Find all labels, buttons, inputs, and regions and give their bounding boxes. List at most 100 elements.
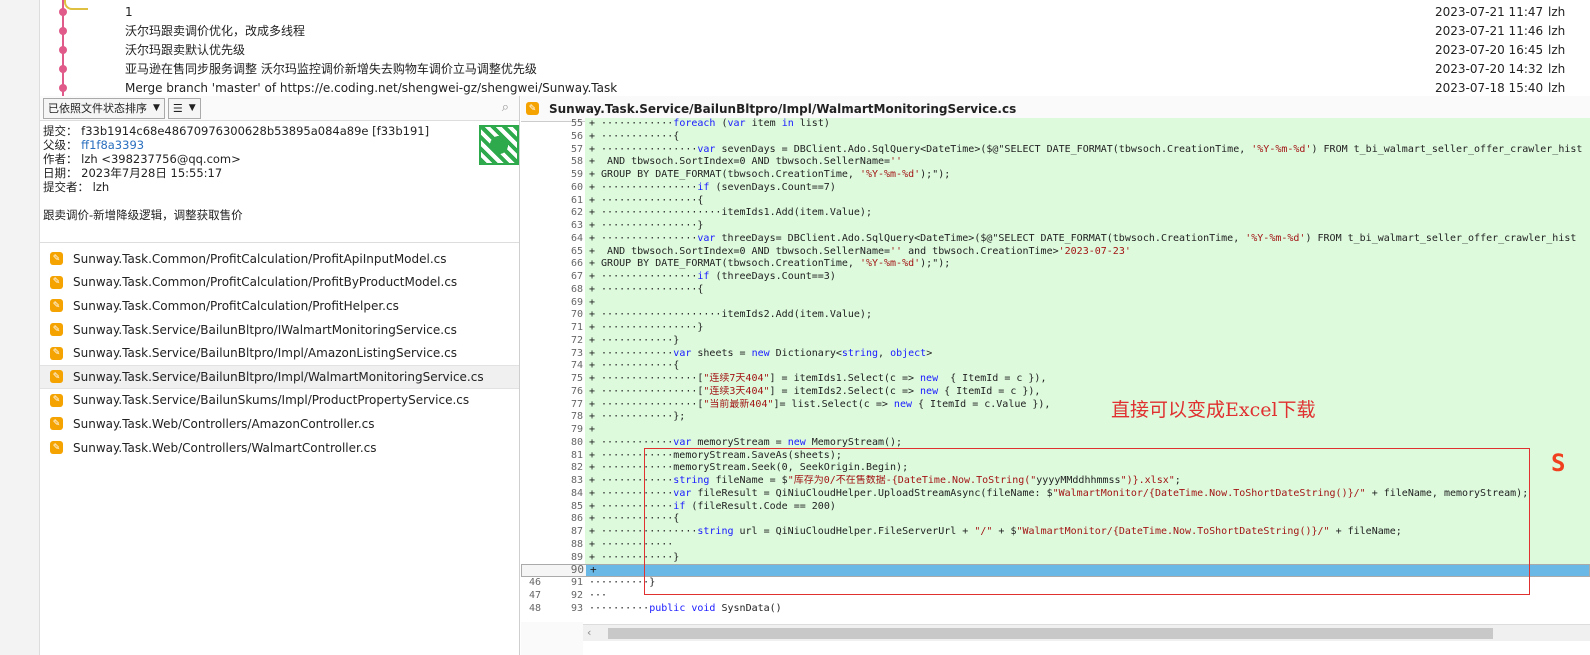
diff-line: 63 + ················}: [521, 220, 1590, 233]
commit-date: 2023-07-20 14:32: [1435, 61, 1544, 76]
view-mode-dropdown[interactable]: ☰ ▼: [167, 97, 201, 119]
file-path: Sunway.Task.Service/BailunSkums/Impl/Pro…: [73, 393, 470, 408]
file-path: Sunway.Task.Web/Controllers/WalmartContr…: [73, 440, 377, 455]
old-line-number: 46: [528, 577, 541, 588]
file-path: Sunway.Task.Service/BailunBltpro/Impl/Wa…: [73, 369, 484, 384]
diff-line-text: + ················var sevenDays = DBClie…: [585, 143, 1590, 157]
new-line-number: 91: [570, 577, 583, 588]
diff-line-text: + ················}: [585, 322, 1590, 335]
diff-line: 76 + ················["连续3天404"] = itemId…: [521, 385, 1590, 399]
diff-line-text: + ················["连续7天404"] = itemIds1…: [585, 373, 1590, 386]
new-line-number: 65: [570, 245, 583, 257]
search-icon[interactable]: ⌕: [502, 100, 509, 115]
diff-line: 64 + ················var threeDays= DBCli…: [521, 232, 1590, 246]
new-line-number: 93: [570, 602, 583, 614]
new-line-number: 67: [570, 271, 583, 282]
diff-line: 74 + ············{: [521, 360, 1590, 374]
new-line-number: 56: [570, 130, 583, 142]
changed-file-item[interactable]: ✎ Sunway.Task.Service/BailunBltpro/Impl/A…: [40, 341, 519, 365]
file-path: Sunway.Task.Common/ProfitCalculation/Pro…: [73, 275, 458, 290]
diff-line: 57 + ················var sevenDays = DBCl…: [521, 143, 1590, 157]
changed-file-item[interactable]: ✎ Sunway.Task.Web/Controllers/AmazonContr…: [40, 412, 519, 436]
new-line-number: 74: [570, 360, 583, 372]
commit-message: 沃尔玛跟卖默认优先级: [125, 43, 246, 57]
diff-line: 68 + ················{: [521, 283, 1590, 297]
modified-file-icon: ✎: [50, 346, 63, 360]
diff-line-text: + GROUP BY DATE_FORMAT(tbwsoch.CreationT…: [585, 258, 1590, 272]
file-path: Sunway.Task.Service/BailunBltpro/Impl/Am…: [73, 346, 457, 361]
diff-line: 56 + ············{: [521, 130, 1590, 144]
commit-node-icon: [59, 8, 67, 16]
diff-line-text: + ················{: [585, 194, 1590, 208]
diff-line: 77 + ················["当前最新404"]= list.Se…: [521, 398, 1590, 412]
horizontal-scrollbar[interactable]: ‹: [583, 624, 1590, 641]
new-line-number: 79: [570, 424, 583, 435]
diff-line-text: + ············var sheets = new Dictionar…: [585, 347, 1590, 361]
changed-file-item[interactable]: ✎ Sunway.Task.Service/BailunBltpro/IWalma…: [40, 318, 519, 342]
commit-message: 1: [125, 4, 133, 19]
new-line-number: 70: [570, 309, 583, 321]
parent-link[interactable]: ff1f8a3393: [81, 138, 144, 152]
diff-line: 62 + ····················itemIds1.Add(ite…: [521, 207, 1590, 221]
new-line-number: 76: [570, 385, 583, 397]
new-line-number: 59: [570, 169, 583, 180]
changed-file-item[interactable]: ✎ Sunway.Task.Common/ProfitCalculation/Pr…: [40, 271, 519, 295]
commit-row[interactable]: 沃尔玛跟卖默认优先级 2023-07-20 16:45 lzh: [40, 40, 1590, 59]
commit-row[interactable]: 1 2023-07-21 11:47 lzh: [40, 2, 1590, 21]
new-line-number: 89: [570, 551, 583, 563]
scroll-left-icon[interactable]: ‹: [587, 626, 591, 639]
commit-message: Merge branch 'master' of https://e.codin…: [125, 80, 618, 95]
diff-line: 59 + GROUP BY DATE_FORMAT(tbwsoch.Creatio…: [521, 169, 1590, 182]
new-line-number: 92: [570, 589, 583, 601]
diff-line: 60 + ················if (sevenDays.Count=…: [521, 181, 1590, 195]
modified-file-icon: ✎: [50, 393, 63, 407]
diff-line-text: +: [585, 296, 1590, 310]
changed-file-item[interactable]: ✎ Sunway.Task.Web/Controllers/WalmartCont…: [40, 436, 519, 460]
commit-row[interactable]: 亚马逊在售同步服务调整 沃尔玛监控调价新增失去购物车调价立马调整优先级 2023-…: [40, 59, 1590, 78]
commit-row[interactable]: 沃尔玛跟卖调价优化，改成多线程 2023-07-21 11:46 lzh: [40, 21, 1590, 40]
diff-line: 79 +: [521, 424, 1590, 437]
new-line-number: 77: [570, 398, 583, 410]
commit-row[interactable]: Merge branch 'master' of https://e.codin…: [40, 78, 1590, 96]
new-line-number: 87: [570, 526, 583, 537]
new-line-number: 66: [570, 258, 583, 270]
sort-dropdown[interactable]: 已依照文件状态排序 ▼: [43, 97, 165, 119]
chevron-down-icon: ▼: [188, 103, 196, 113]
diff-line-text: + AND tbwsoch.SortIndex=0 AND tbwsoch.Se…: [585, 245, 1590, 259]
new-line-number: 80: [570, 436, 583, 448]
commit-date: 2023-07-18 15:40: [1435, 80, 1544, 95]
scrollbar-thumb[interactable]: [608, 628, 1493, 639]
diff-line: 61 + ················{: [521, 194, 1590, 208]
diff-line-text: + GROUP BY DATE_FORMAT(tbwsoch.CreationT…: [585, 169, 1590, 182]
commit-message: 跟卖调价-新增降级逻辑，调整获取售价: [43, 208, 243, 222]
diff-line: 70 + ····················itemIds2.Add(ite…: [521, 309, 1590, 323]
new-line-number: 88: [570, 538, 583, 550]
changed-file-item[interactable]: ✎ Sunway.Task.Service/BailunBltpro/Impl/W…: [40, 364, 519, 389]
new-line-number: 58: [570, 156, 583, 168]
diff-line-text: + ············};: [585, 411, 1590, 425]
diff-line: 66 + GROUP BY DATE_FORMAT(tbwsoch.Creatio…: [521, 258, 1590, 272]
changed-file-item[interactable]: ✎ Sunway.Task.Common/ProfitCalculation/Pr…: [40, 294, 519, 318]
old-line-number: 47: [528, 589, 541, 601]
file-path: Sunway.Task.Common/ProfitCalculation/Pro…: [73, 251, 447, 266]
changed-file-item[interactable]: ✎ Sunway.Task.Service/BailunSkums/Impl/Pr…: [40, 389, 519, 413]
diff-line: 67 + ················if (threeDays.Count=…: [521, 271, 1590, 284]
commit-hash: f33b1914c68e48670976300628b53895a084a89e…: [81, 124, 430, 138]
commit-info: 提交： f33b1914c68e48670976300628b53895a084…: [40, 121, 519, 243]
new-line-number: 81: [570, 449, 583, 461]
commit-author: lzh: [1548, 80, 1566, 95]
modified-file-icon: ✎: [50, 417, 63, 431]
commit-list[interactable]: 1 2023-07-21 11:47 lzh 沃尔玛跟卖调价优化，改成多线程 2023-…: [40, 0, 1590, 96]
new-line-number: 85: [570, 500, 583, 512]
file-toolbar: 已依照文件状态排序 ▼ ☰ ▼ ⌕: [40, 96, 519, 121]
diff-code-view[interactable]: 48 93 ··········public void SysnData() 47 92…: [521, 118, 1590, 622]
changed-file-item[interactable]: ✎ Sunway.Task.Common/ProfitCalculation/Pr…: [40, 247, 519, 271]
diff-line: 75 + ················["连续7天404"] = itemId…: [521, 373, 1590, 386]
diff-line: 48 93 ··········public void SysnData(): [521, 603, 1590, 616]
modified-file-icon: ✎: [50, 275, 63, 289]
diff-line-text: +: [585, 424, 1590, 437]
avatar: [479, 125, 519, 165]
diff-line: 55 + ············foreach (var item in lis…: [521, 118, 1590, 131]
diff-line-text: + ············{: [585, 360, 1590, 374]
diff-line-text: + ············}: [585, 334, 1590, 348]
